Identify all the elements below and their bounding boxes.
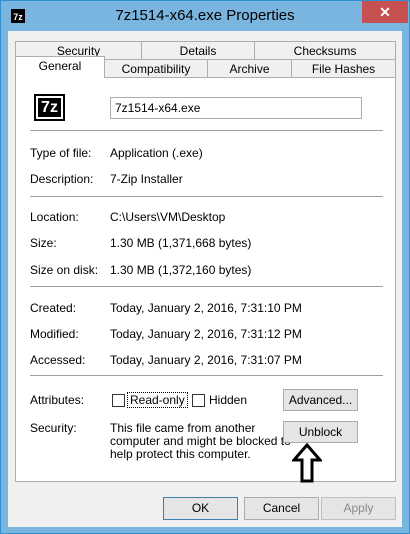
location-value: C:\Users\VM\Desktop (110, 210, 226, 224)
security-text-line-1: This file came from another (110, 421, 256, 435)
file-name-field[interactable]: 7z1514-x64.exe (110, 97, 362, 119)
unblock-button[interactable]: Unblock (283, 421, 358, 443)
cancel-button[interactable]: Cancel (244, 497, 319, 520)
location-label: Location: (30, 210, 79, 224)
separator (30, 196, 383, 197)
tab-row-front: General Compatibility Archive File Hashe… (8, 56, 402, 78)
security-text-line-2: computer and might be blocked to (110, 434, 291, 448)
tab-checksums[interactable]: Checksums (254, 41, 396, 60)
window-title: 7z1514-x64.exe Properties (115, 7, 295, 24)
title-bar[interactable]: 7z 7z1514-x64.exe Properties ✕ (1, 1, 409, 31)
ok-button[interactable]: OK (163, 497, 238, 520)
description-value: 7-Zip Installer (110, 172, 183, 186)
apply-button[interactable]: Apply (321, 497, 396, 520)
read-only-checkbox[interactable] (112, 394, 125, 407)
tab-details[interactable]: Details (141, 41, 255, 60)
separator (30, 286, 383, 287)
size-label: Size: (30, 236, 57, 250)
separator (30, 130, 383, 131)
modified-value: Today, January 2, 2016, 7:31:12 PM (110, 327, 302, 341)
hidden-checkbox[interactable] (192, 394, 205, 407)
tab-general[interactable]: General (15, 56, 105, 78)
size-on-disk-value: 1.30 MB (1,372,160 bytes) (110, 263, 252, 277)
size-value: 1.30 MB (1,371,668 bytes) (110, 236, 252, 250)
up-arrow-icon (292, 443, 322, 483)
close-button[interactable]: ✕ (362, 1, 408, 23)
type-of-file-value: Application (.exe) (110, 146, 203, 160)
attributes-label: Attributes: (30, 393, 85, 407)
type-of-file-label: Type of file: (30, 146, 92, 160)
security-text-line-3: help protect this computer. (110, 447, 251, 461)
properties-window: 7z 7z1514-x64.exe Properties ✕ Security … (0, 0, 410, 534)
size-on-disk-label: Size on disk: (30, 263, 99, 277)
modified-label: Modified: (30, 327, 79, 341)
accessed-value: Today, January 2, 2016, 7:31:07 PM (110, 353, 302, 367)
dialog-body: Security Details Checksums General Compa… (8, 31, 402, 527)
app-icon: 7z (11, 9, 25, 23)
accessed-label: Accessed: (30, 353, 86, 367)
advanced-button[interactable]: Advanced... (283, 389, 358, 411)
read-only-label[interactable]: Read-only (127, 392, 188, 408)
security-label: Security: (30, 421, 77, 435)
general-panel: 7z 7z1514-x64.exe Type of file: Applicat… (15, 77, 396, 482)
separator (30, 375, 383, 376)
tab-compatibility[interactable]: Compatibility (104, 59, 208, 78)
hidden-label[interactable]: Hidden (209, 393, 247, 407)
created-label: Created: (30, 301, 77, 315)
tab-archive[interactable]: Archive (207, 59, 292, 78)
tab-file-hashes[interactable]: File Hashes (291, 59, 396, 78)
description-label: Description: (30, 172, 94, 186)
file-type-icon: 7z (34, 94, 65, 121)
created-value: Today, January 2, 2016, 7:31:10 PM (110, 301, 302, 315)
